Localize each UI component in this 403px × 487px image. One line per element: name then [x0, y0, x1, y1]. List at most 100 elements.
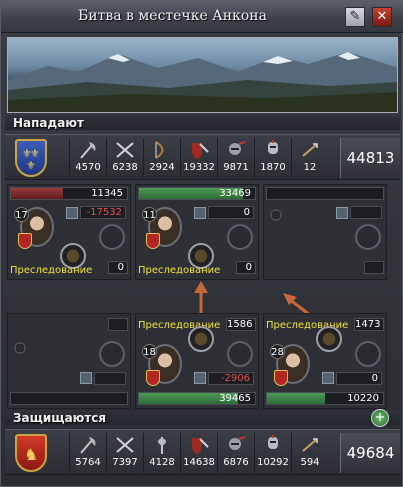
commander-trait-slot[interactable] [226, 223, 254, 251]
attacker-flank-center-bar: 33469 [138, 187, 256, 200]
defender-unit-axeman[interactable]: 4128 [143, 433, 180, 473]
attacker-unit-horse-archer[interactable]: 12 [291, 138, 328, 178]
defender-flank-left-bar [10, 392, 128, 405]
defender-flank-left [7, 313, 131, 409]
defenders-unit-row: ♞ 5764 7397 4128 14638 6876 10292 594 49… [5, 429, 400, 475]
morale-change: -17532 [80, 206, 126, 219]
defender-flank-right: Преследование 1473 28 0 10220 [263, 313, 387, 409]
title-bar: Битва в местечке Анкона ✎ ✕ [1, 1, 403, 33]
bow-icon [155, 141, 164, 159]
commander-status-icon [194, 372, 206, 384]
fleur-de-lis-icon: ⚜ ⚜ ⚜ [22, 147, 40, 172]
attacker-unit-knight[interactable]: 9871 [217, 138, 254, 178]
commander-trait-slot[interactable] [354, 340, 382, 368]
commander-status-icon [194, 207, 206, 219]
morale-change: -2906 [208, 372, 254, 385]
commander-status-icon [80, 372, 92, 384]
defender-unit-swords[interactable]: 7397 [106, 433, 143, 473]
tactic-count: 1473 [354, 318, 384, 331]
attacker-flank-center: 33469 11 0 Преследование 0 [135, 184, 259, 280]
morale-change: 0 [336, 372, 382, 385]
lion-icon: ♞ [24, 445, 38, 464]
attacker-unit-count: 2924 [149, 162, 175, 173]
tactic-count [364, 261, 384, 274]
attacker-unit-count: 9871 [223, 162, 249, 173]
commander-status-icon [66, 207, 78, 219]
defender-unit-horse-archer[interactable]: 594 [291, 433, 328, 473]
tactic-icon[interactable] [188, 326, 214, 352]
tactic-label: Преследование [10, 265, 93, 276]
crossed-swords-icon [116, 437, 134, 453]
attacker-flank-left-bar: 11345 [10, 187, 128, 200]
attackers-label: Нападают [13, 116, 84, 130]
pen-icon: ✎ [349, 9, 361, 24]
defender-flank-center-bar: 39465 [138, 392, 256, 405]
strength-fill [11, 188, 64, 199]
close-button[interactable]: ✕ [372, 7, 392, 27]
battlefield-landscape [7, 37, 398, 113]
add-reinforcement-button[interactable]: + [371, 409, 389, 427]
attacker-coat-of-arms[interactable]: ⚜ ⚜ ⚜ [15, 139, 47, 177]
attacker-flank-right-bar [266, 187, 384, 200]
attackers-unit-row: ⚜ ⚜ ⚜ 4570 6238 2924 19332 9871 1870 12 … [5, 134, 400, 180]
attacker-unit-bow[interactable]: 2924 [143, 138, 180, 178]
tactic-icon[interactable] [316, 326, 342, 352]
shield-sword-icon [192, 143, 209, 159]
empty-commander-slot[interactable] [14, 342, 26, 354]
window-title: Битва в местечке Анкона [78, 8, 267, 24]
crossed-swords-icon [116, 142, 134, 158]
attacker-unit-axe[interactable]: 4570 [69, 138, 106, 178]
attacker-unit-count: 4570 [75, 162, 101, 173]
tactic-label: Преследование [138, 265, 221, 276]
defender-unit-count: 14638 [183, 457, 215, 468]
defender-unit-count: 594 [300, 457, 320, 468]
battle-window: Битва в местечке Анкона ✎ ✕ Нападают ⚜ ⚜… [0, 0, 403, 487]
morale-change: 0 [208, 206, 254, 219]
plus-icon: + [374, 410, 386, 425]
defender-unit-count: 4128 [149, 457, 175, 468]
defender-unit-knight[interactable]: 6876 [217, 433, 254, 473]
close-icon: ✕ [376, 9, 388, 24]
defender-unit-heavy-cavalry[interactable]: 10292 [254, 433, 291, 473]
commander-status-icon [336, 207, 348, 219]
attacker-flank-left: 11345 17 -17532 Преследование 0 [7, 184, 131, 280]
empty-commander-slot[interactable] [270, 209, 282, 221]
morale-change [94, 372, 126, 385]
tactic-count [108, 318, 128, 331]
defender-unit-shield[interactable]: 14638 [180, 433, 217, 473]
defenders-label: Защищаются [13, 411, 107, 425]
svg-text:♞: ♞ [24, 445, 38, 464]
commander-trait-slot[interactable] [226, 340, 254, 368]
defender-unit-axe[interactable]: 5764 [69, 433, 106, 473]
commander-trait-slot[interactable] [98, 340, 126, 368]
attacker-unit-heavy-cavalry[interactable]: 1870 [254, 138, 291, 178]
commander-emblem [274, 370, 288, 386]
attackers-total: 44813 [340, 138, 400, 178]
defenders-total: 49684 [340, 433, 400, 473]
strength-value: 39465 [219, 393, 251, 404]
commander-emblem [18, 233, 32, 249]
defender-unit-count: 6876 [223, 457, 249, 468]
defender-unit-count: 10292 [257, 457, 289, 468]
tactics-settings-button[interactable]: ✎ [345, 7, 365, 27]
shield-sword-icon [192, 438, 209, 454]
battle-axe-icon [158, 437, 166, 454]
strength-fill [267, 393, 325, 404]
commander-level: 28 [270, 344, 285, 359]
attacker-unit-count: 19332 [183, 162, 215, 173]
commander-trait-slot[interactable] [354, 223, 382, 251]
strength-value: 33469 [219, 188, 251, 199]
horse-archer-icon [302, 143, 318, 157]
commander-level: 11 [142, 207, 157, 222]
axe-icon [80, 142, 96, 159]
defender-flank-right-bar: 10220 [266, 392, 384, 405]
commander-emblem [146, 370, 160, 386]
defender-coat-of-arms[interactable]: ♞ [15, 434, 47, 472]
attacker-unit-swords[interactable]: 6238 [106, 138, 143, 178]
attacker-flank-right [263, 184, 387, 280]
attacker-unit-shield[interactable]: 19332 [180, 138, 217, 178]
tactic-count: 0 [108, 261, 128, 274]
commander-emblem [146, 233, 160, 249]
commander-trait-slot[interactable] [98, 223, 126, 251]
tactic-count: 1586 [226, 318, 256, 331]
